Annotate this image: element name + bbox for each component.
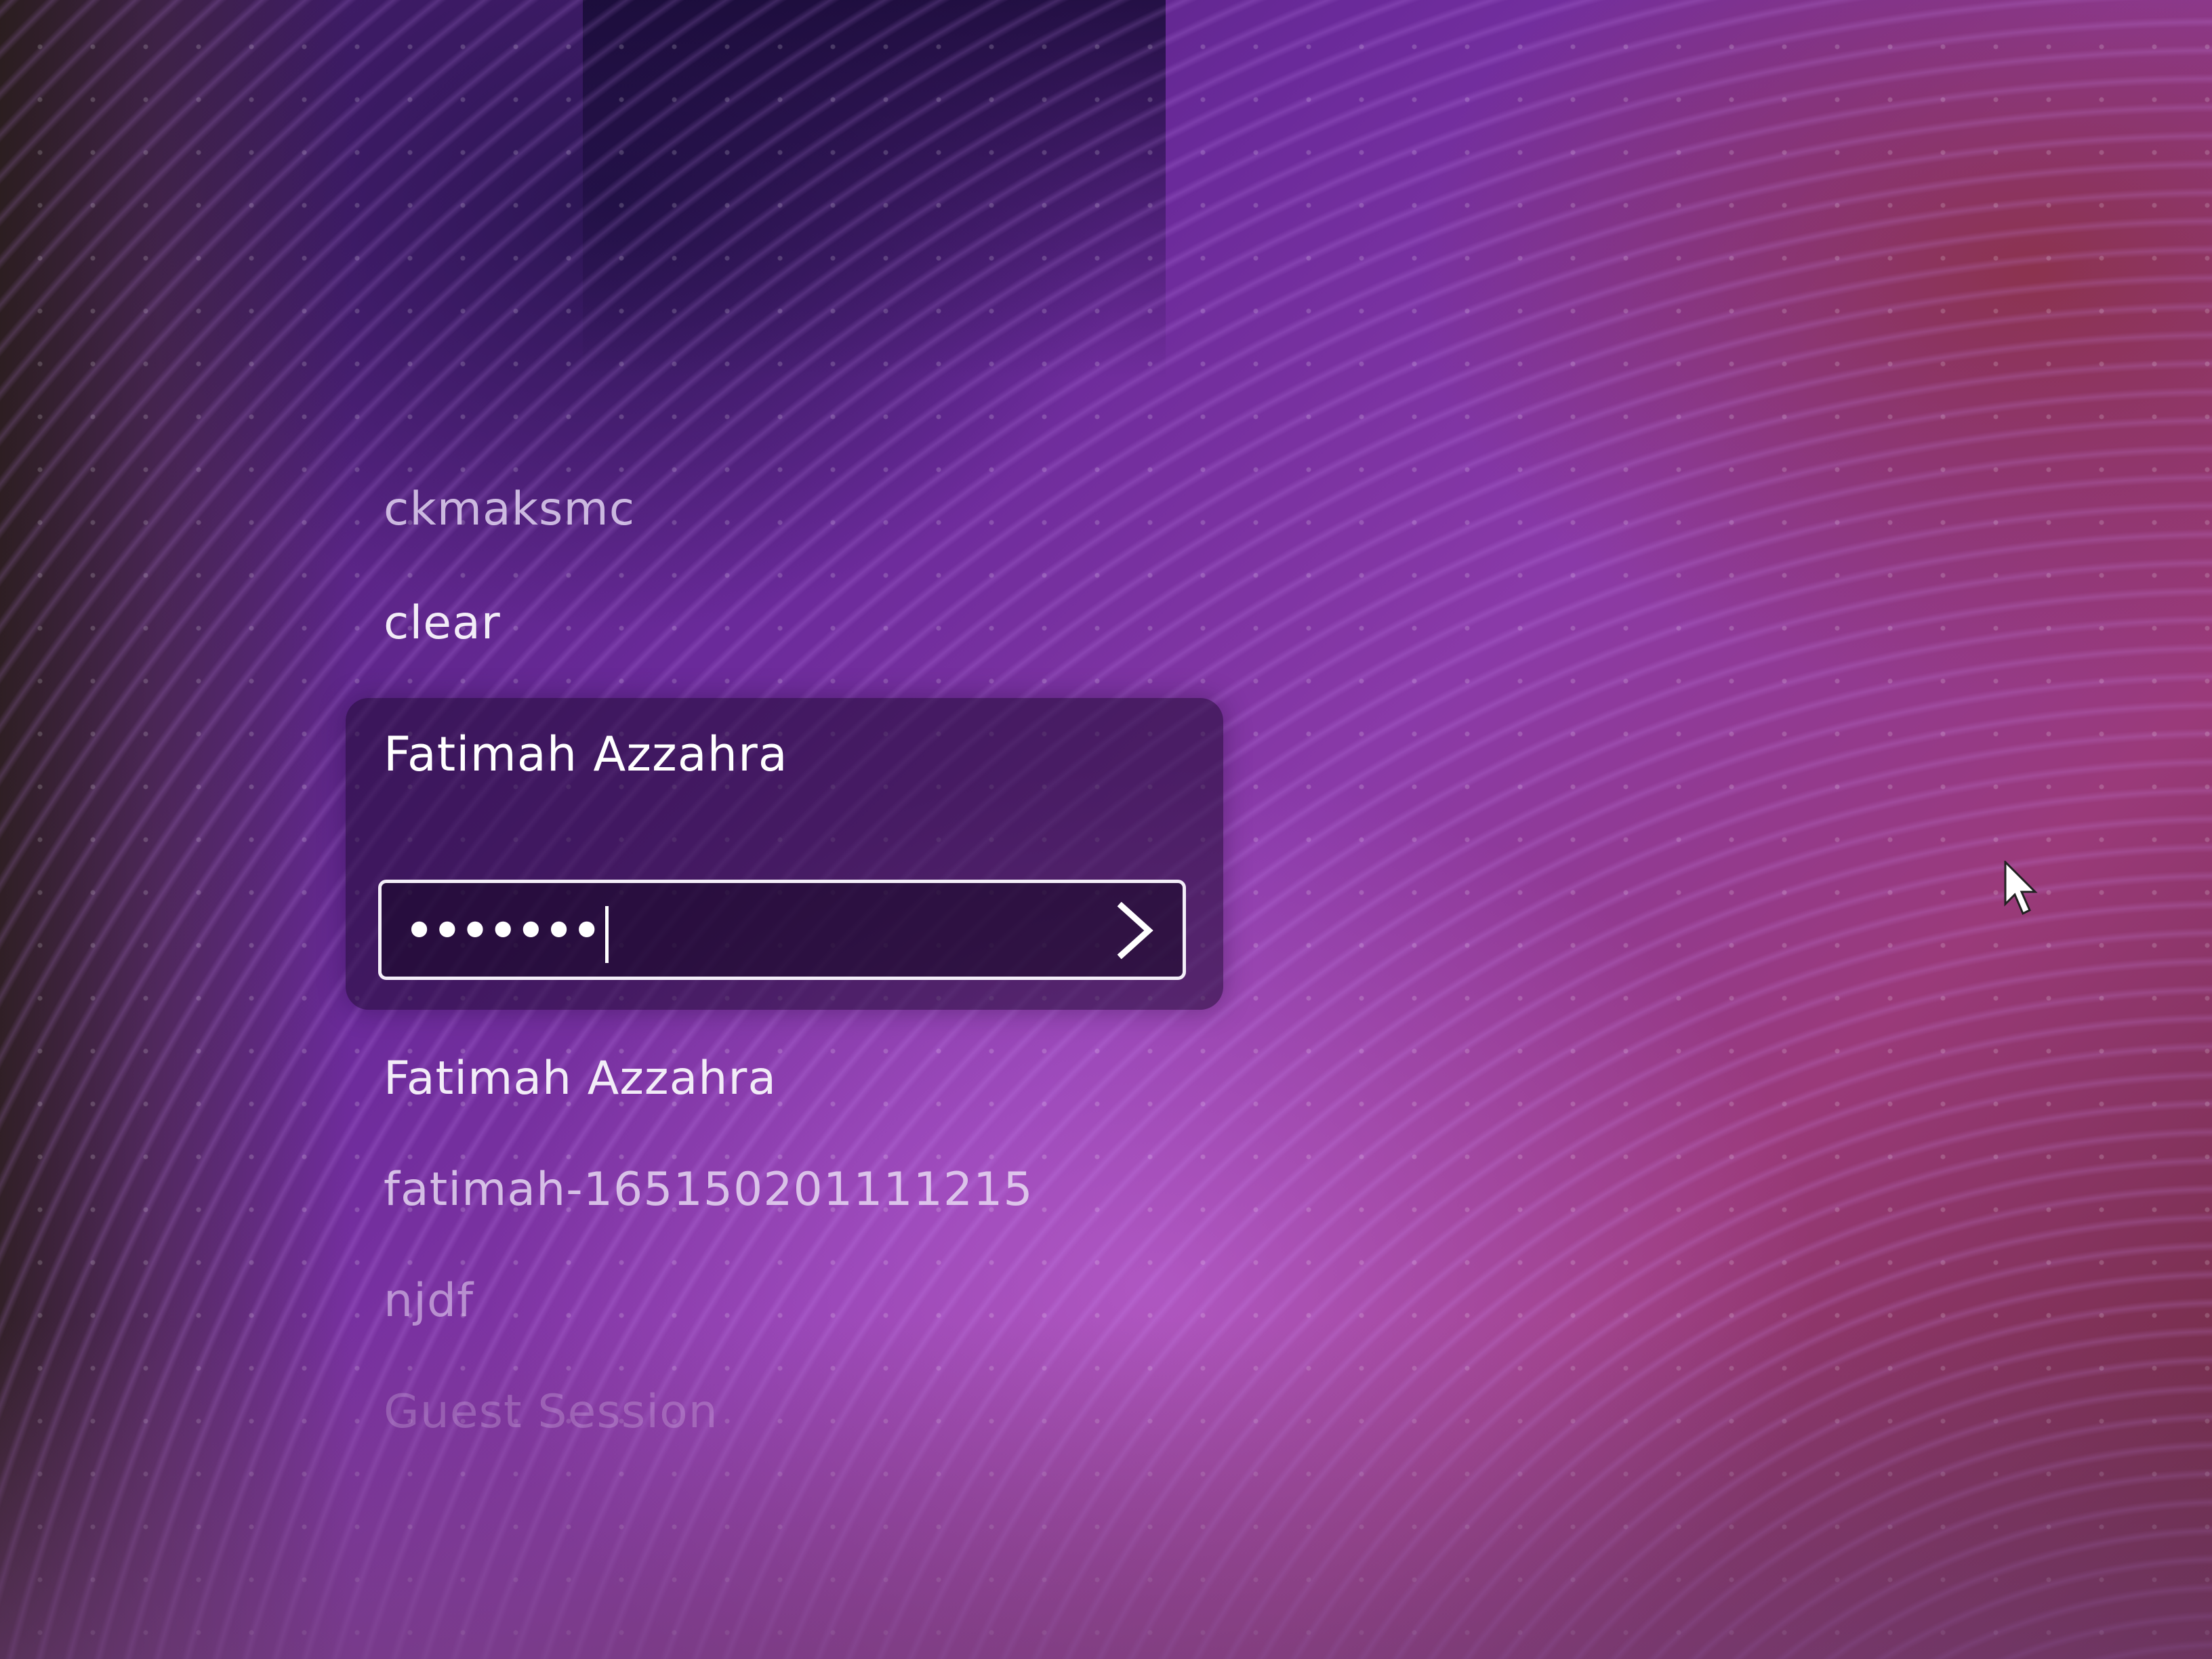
chevron-right-icon[interactable] <box>1108 901 1162 960</box>
selected-user-login-card: Fatimah Azzahra ••••••• <box>346 698 1223 1010</box>
user-item-clear[interactable]: clear <box>384 596 501 650</box>
password-field[interactable]: ••••••• <box>378 880 1186 980</box>
user-item-fatimah-azzahra[interactable]: Fatimah Azzahra <box>384 1052 777 1105</box>
user-item-fatimah-id[interactable]: fatimah-165150201111215 <box>384 1163 1033 1216</box>
user-item-ckmaksmc[interactable]: ckmaksmc <box>384 483 635 536</box>
password-dots: ••••••• <box>403 899 602 962</box>
text-caret <box>605 906 609 964</box>
password-value: ••••••• <box>403 899 609 964</box>
selected-user-name: Fatimah Azzahra <box>384 726 788 782</box>
user-item-njdf[interactable]: njdf <box>384 1274 474 1328</box>
mouse-pointer-icon <box>2003 859 2038 918</box>
user-item-guest-session[interactable]: Guest Session <box>384 1385 718 1439</box>
background-vignette-bottom <box>0 1320 2212 1659</box>
